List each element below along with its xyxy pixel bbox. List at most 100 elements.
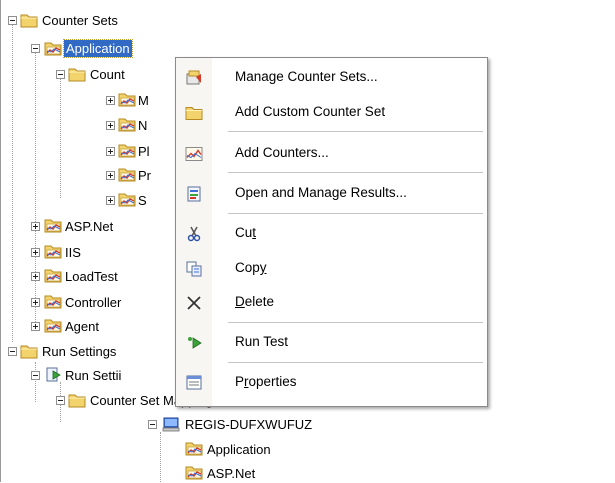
tree-node-label: LoadTest bbox=[65, 269, 118, 284]
counter-icon bbox=[118, 166, 136, 182]
counter-icon bbox=[118, 91, 136, 107]
delete-x-icon bbox=[187, 296, 201, 310]
menu-separator bbox=[228, 213, 483, 214]
tree-node-label: ASP.Net bbox=[65, 219, 114, 234]
collapse-icon[interactable] bbox=[148, 420, 157, 429]
expand-icon[interactable] bbox=[106, 171, 115, 180]
scissors-icon bbox=[187, 226, 201, 242]
expand-icon[interactable] bbox=[31, 272, 40, 281]
tree-node-label: M bbox=[138, 93, 149, 108]
tree-node-mapping-asp-net[interactable]: ASP.Net bbox=[0, 463, 340, 483]
tree-node-counter-s[interactable]: S bbox=[0, 190, 175, 210]
tree-node-label: Controller bbox=[65, 295, 122, 310]
menu-separator bbox=[228, 172, 483, 173]
counter-set-icon bbox=[185, 440, 203, 456]
collapse-icon[interactable] bbox=[31, 371, 40, 380]
tree-node-agent[interactable]: Agent bbox=[0, 316, 175, 336]
expand-icon[interactable] bbox=[106, 96, 115, 105]
tree-node-application[interactable]: Application bbox=[0, 38, 200, 58]
tree-node-counter-n[interactable]: N bbox=[0, 115, 175, 135]
menu-item-label: Properties bbox=[235, 374, 297, 389]
menu-item-copy[interactable]: Copy bbox=[176, 253, 487, 283]
tree-node-label: Pr bbox=[138, 168, 151, 183]
tree-node-iis[interactable]: IIS bbox=[0, 242, 175, 262]
tree-node-mapping-application[interactable]: Application bbox=[0, 439, 340, 459]
menu-item-label: Run Test bbox=[235, 334, 289, 349]
add-custom-counter-set-icon bbox=[185, 104, 203, 121]
tree-node-label: ASP.Net bbox=[207, 466, 256, 481]
menu-item-add-custom-counter-set[interactable]: Add Custom Counter Set bbox=[176, 97, 487, 127]
expand-icon[interactable] bbox=[106, 121, 115, 130]
counter-set-icon bbox=[44, 317, 62, 333]
tree-node-counter-m[interactable]: M bbox=[0, 90, 175, 110]
collapse-icon[interactable] bbox=[31, 44, 40, 53]
properties-icon bbox=[186, 375, 202, 390]
menu-item-delete[interactable]: Delete bbox=[176, 287, 487, 317]
run-settings-icon bbox=[44, 366, 62, 382]
tree-node-label: Application bbox=[63, 39, 133, 58]
collapse-icon[interactable] bbox=[8, 16, 17, 25]
tree-node-label: Count bbox=[90, 67, 125, 82]
expand-icon[interactable] bbox=[31, 248, 40, 257]
expand-icon[interactable] bbox=[31, 322, 40, 331]
tree-node-label: Run Settii bbox=[65, 368, 122, 383]
expand-icon[interactable] bbox=[31, 222, 40, 231]
menu-item-label: Add Custom Counter Set bbox=[235, 104, 386, 119]
tree-node-run-settings[interactable]: Run Settings bbox=[0, 341, 175, 361]
collapse-icon[interactable] bbox=[56, 70, 65, 79]
collapse-icon[interactable] bbox=[8, 347, 17, 356]
counter-set-icon bbox=[44, 267, 62, 283]
tree-node-counter-categories[interactable]: Count bbox=[0, 64, 175, 84]
menu-item-run-test[interactable]: Run Test bbox=[176, 327, 487, 357]
tree-node-controller[interactable]: Controller bbox=[0, 292, 175, 312]
menu-item-label: Add Counters... bbox=[235, 145, 329, 160]
tree-node-run-settings-1[interactable]: Run Settii bbox=[0, 365, 175, 385]
counter-icon bbox=[118, 142, 136, 158]
menu-item-label: Cut bbox=[235, 225, 257, 240]
tree-node-label: S bbox=[138, 193, 147, 208]
menu-separator bbox=[228, 362, 483, 363]
collapse-icon[interactable] bbox=[56, 396, 65, 405]
menu-separator bbox=[228, 131, 483, 132]
menu-item-cut[interactable]: Cut bbox=[176, 218, 487, 248]
expand-icon[interactable] bbox=[106, 147, 115, 156]
expand-icon[interactable] bbox=[31, 298, 40, 307]
menu-separator bbox=[228, 322, 483, 323]
computer-icon bbox=[162, 416, 180, 432]
menu-item-open-manage-results[interactable]: Open and Manage Results... bbox=[176, 178, 487, 208]
tree-node-label: Application bbox=[207, 442, 271, 457]
menu-item-properties[interactable]: Properties bbox=[176, 367, 487, 397]
context-menu: Manage Counter Sets... Add Custom Counte… bbox=[175, 57, 488, 407]
counter-icon bbox=[118, 116, 136, 132]
counter-set-icon bbox=[185, 464, 203, 480]
tree-node-counter-pr[interactable]: Pr bbox=[0, 165, 175, 185]
tree-node-asp-net[interactable]: ASP.Net bbox=[0, 216, 175, 236]
open-results-icon bbox=[187, 186, 201, 202]
tree-node-label: Run Settings bbox=[42, 344, 117, 359]
counter-set-icon bbox=[44, 243, 62, 259]
menu-item-add-counters[interactable]: Add Counters... bbox=[176, 138, 487, 168]
copy-icon bbox=[186, 261, 202, 277]
tree-node-machine[interactable]: REGIS-DUFXWUFUZ bbox=[0, 414, 340, 434]
tree-node-label: IIS bbox=[65, 245, 81, 260]
tree-node-counter-sets[interactable]: Counter Sets bbox=[0, 10, 200, 30]
menu-item-label: Delete bbox=[235, 294, 275, 309]
tree-node-counter-pl[interactable]: Pl bbox=[0, 141, 175, 161]
folder-icon bbox=[20, 343, 38, 359]
counter-set-icon bbox=[44, 293, 62, 309]
add-counters-icon bbox=[185, 147, 203, 161]
tree-node-label: Agent bbox=[65, 319, 99, 334]
menu-item-label: Copy bbox=[235, 260, 267, 275]
counter-set-icon bbox=[44, 40, 62, 56]
menu-item-label: Open and Manage Results... bbox=[235, 185, 407, 200]
tree-node-label: N bbox=[138, 118, 148, 133]
tree-node-label: Pl bbox=[138, 144, 150, 159]
menu-item-label: Manage Counter Sets... bbox=[235, 69, 378, 84]
tree-node-label: Counter Sets bbox=[42, 13, 118, 28]
expand-icon[interactable] bbox=[106, 196, 115, 205]
folder-icon bbox=[68, 392, 86, 408]
menu-item-manage-counter-sets[interactable]: Manage Counter Sets... bbox=[176, 62, 487, 92]
folder-icon bbox=[68, 66, 86, 82]
counter-icon bbox=[118, 191, 136, 207]
tree-node-loadtest[interactable]: LoadTest bbox=[0, 266, 175, 286]
